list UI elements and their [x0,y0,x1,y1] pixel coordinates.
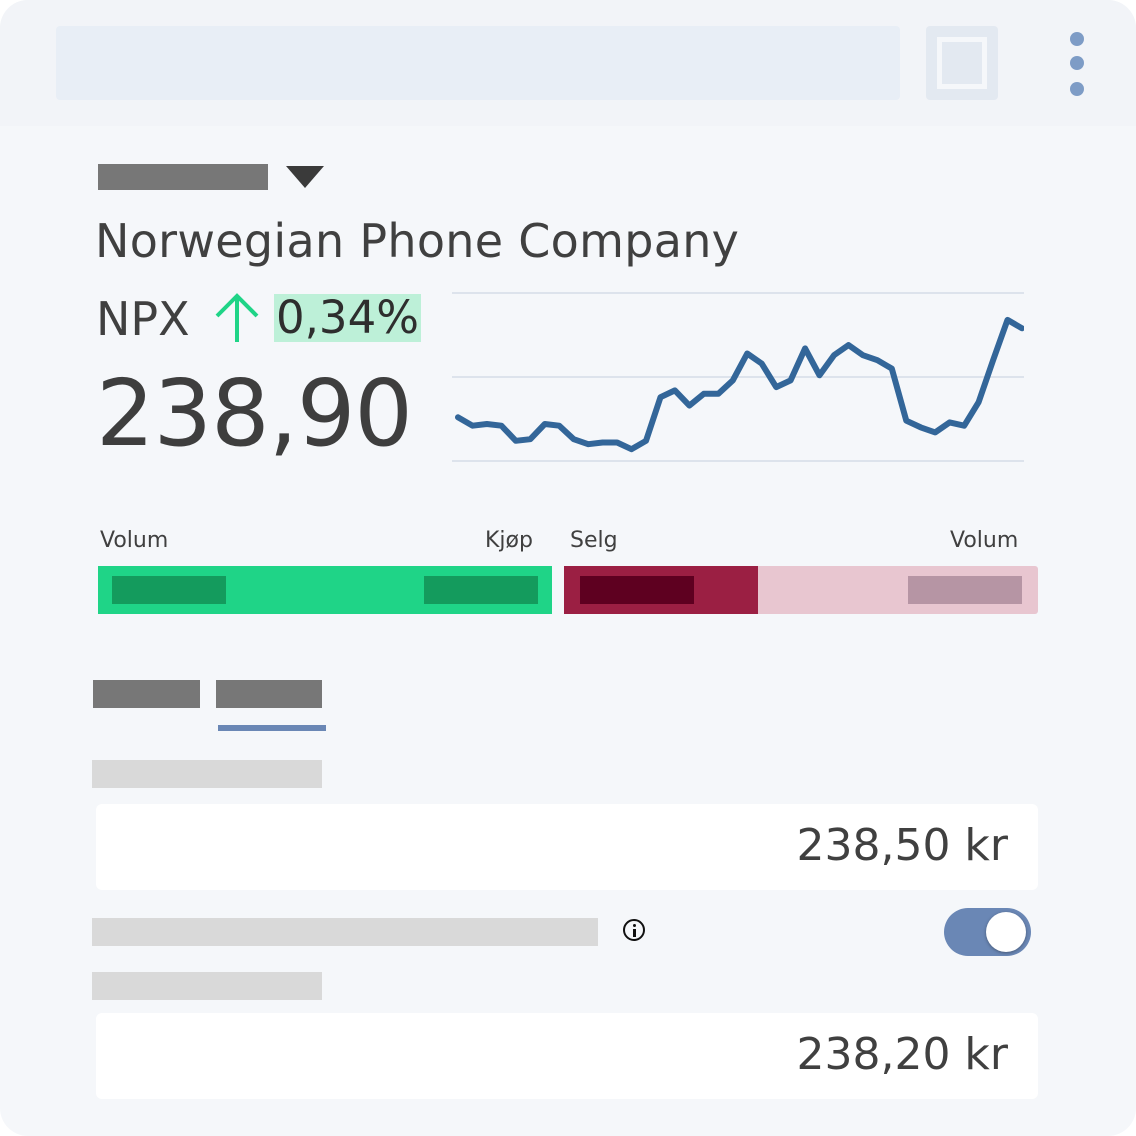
price-chart [452,292,1024,462]
buy-price-redacted [424,576,538,604]
stop-price-value: 238,20 kr [796,1029,1008,1080]
buy-bar[interactable] [98,566,552,614]
buy-volume-redacted [112,576,226,604]
stop-price-input[interactable]: 238,20 kr [96,1013,1038,1099]
menu-dot [1070,56,1084,70]
top-bar [0,0,1136,126]
toggle-knob [986,912,1026,952]
field-label-placeholder [92,760,322,788]
sell-volume-label: Volum [950,528,1019,553]
option-label-placeholder [92,918,598,946]
chart-series-line [455,316,1024,453]
search-bar[interactable] [56,26,900,100]
tab-1[interactable] [93,680,200,708]
info-icon-dot [633,924,636,927]
info-icon-stem [633,929,636,937]
chevron-down-icon [286,166,324,188]
tab-2[interactable] [216,680,322,708]
square-button[interactable] [926,26,998,100]
active-tab-indicator [218,725,326,731]
square-icon [937,37,987,89]
company-name: Norwegian Phone Company [95,214,740,268]
buy-volume-label: Volum [100,528,169,553]
change-percent-badge: 0,34% [274,291,421,344]
sell-label: Selg [570,528,618,553]
field-label-placeholder-2 [92,972,322,1000]
sell-bar[interactable] [564,566,1038,614]
info-icon[interactable] [623,919,645,941]
menu-dot [1070,32,1084,46]
sell-price-redacted [580,576,694,604]
kebab-menu-icon[interactable] [1058,26,1096,100]
arrow-up-icon [215,293,259,342]
dropdown-label-redacted [98,164,268,190]
current-price: 238,90 [96,360,413,467]
limit-price-value: 238,50 kr [796,820,1008,871]
stock-order-card: Norwegian Phone Company NPX 0,34% 238,90… [0,0,1136,1136]
menu-dot [1070,82,1084,96]
buy-label: Kjøp [485,528,533,553]
limit-price-input[interactable]: 238,50 kr [96,804,1038,890]
ticker-symbol: NPX [96,292,190,346]
option-toggle[interactable] [944,908,1031,956]
sell-volume-redacted [908,576,1022,604]
account-dropdown[interactable] [98,162,328,192]
